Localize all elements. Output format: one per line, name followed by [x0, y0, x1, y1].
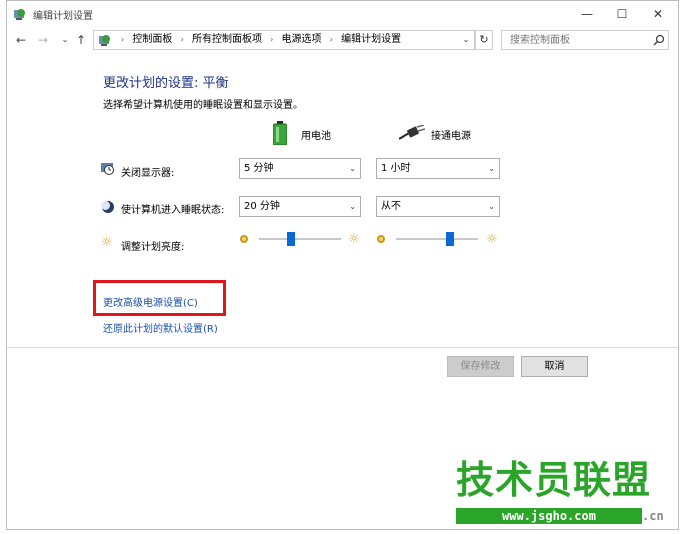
display-off-battery-select[interactable]: 5 分钟 ⌄ [239, 158, 361, 179]
sleep-label: 使计算机进入睡眠状态: [121, 205, 225, 216]
battery-icon [273, 121, 287, 145]
power-options-icon [14, 9, 25, 20]
divider [7, 347, 678, 348]
advanced-power-settings-link[interactable]: 更改高级电源设置(C) [103, 294, 198, 309]
edit-plan-settings-window: 编辑计划设置 — ☐ ✕ ← → ⌄ ↑ › 控制面板 › 所有控制面板项 › … [6, 0, 679, 530]
brightness-battery-slider[interactable] [259, 231, 341, 247]
slider-track [396, 238, 478, 240]
brightness-high-icon: ☼ [348, 232, 360, 247]
search-icon[interactable] [653, 34, 665, 46]
breadcrumb-power-options[interactable]: 电源选项 [282, 34, 322, 45]
brightness-icon: ☼ [101, 235, 113, 250]
brightness-label: 调整计划亮度: [121, 242, 185, 253]
chevron-down-icon: ⌄ [349, 202, 356, 211]
breadcrumb-control-panel[interactable]: 控制面板 [132, 34, 172, 45]
monitor-clock-icon [101, 163, 114, 175]
window-title: 编辑计划设置 [33, 11, 93, 22]
control-panel-icon [99, 35, 110, 46]
brightness-low-icon [240, 235, 248, 243]
minimize-button[interactable]: — [572, 4, 602, 24]
address-bar[interactable]: › 控制面板 › 所有控制面板项 › 电源选项 › 编辑计划设置 [93, 30, 475, 50]
column-header-battery: 用电池 [301, 131, 331, 142]
slider-thumb[interactable] [446, 232, 454, 246]
sleep-battery-select[interactable]: 20 分钟 ⌄ [239, 196, 361, 217]
close-button[interactable]: ✕ [643, 4, 673, 24]
page-subtitle: 选择希望计算机使用的睡眠设置和显示设置。 [103, 100, 303, 111]
breadcrumb-edit-plan[interactable]: 编辑计划设置 [341, 34, 401, 45]
breadcrumb: › 控制面板 › 所有控制面板项 › 电源选项 › 编辑计划设置 [116, 31, 401, 49]
watermark-logo-text: 技术员联盟 [456, 458, 652, 502]
slider-track [259, 238, 341, 240]
breadcrumb-separator: › [180, 35, 184, 44]
brightness-high-icon: ☼ [486, 232, 498, 247]
chevron-down-icon: ⌄ [349, 164, 356, 173]
back-button[interactable]: ← [13, 30, 29, 50]
slider-thumb[interactable] [287, 232, 295, 246]
recent-locations-button[interactable]: ⌄ [57, 30, 73, 50]
sleep-battery-value: 20 分钟 [244, 201, 280, 212]
search-input[interactable] [501, 30, 669, 50]
watermark-url: www.jsgho.com [456, 508, 642, 524]
breadcrumb-separator: › [329, 35, 333, 44]
brightness-plugged-slider[interactable] [396, 231, 478, 247]
refresh-button[interactable]: ↻ [475, 30, 493, 50]
cancel-button[interactable]: 取消 [521, 356, 588, 377]
brightness-low-icon [377, 235, 385, 243]
title-bar: 编辑计划设置 — ☐ ✕ [7, 1, 678, 27]
chevron-down-icon: ⌄ [488, 164, 495, 173]
breadcrumb-separator: › [270, 35, 274, 44]
breadcrumb-all-items[interactable]: 所有控制面板项 [192, 34, 262, 45]
turn-off-display-label: 关闭显示器: [121, 168, 175, 179]
up-button[interactable]: ↑ [73, 30, 89, 50]
display-off-plugged-value: 1 小时 [381, 163, 411, 174]
sleep-plugged-value: 从不 [381, 201, 401, 212]
sleep-plugged-select[interactable]: 从不 ⌄ [376, 196, 500, 217]
maximize-button[interactable]: ☐ [607, 4, 637, 24]
page-title: 更改计划的设置: 平衡 [103, 76, 229, 91]
watermark-suffix: .cn [642, 509, 664, 523]
address-dropdown-button[interactable]: ⌄ [459, 31, 473, 49]
display-off-battery-value: 5 分钟 [244, 163, 274, 174]
moon-icon [101, 201, 114, 213]
display-off-plugged-select[interactable]: 1 小时 ⌄ [376, 158, 500, 179]
save-changes-button[interactable]: 保存修改 [447, 356, 514, 377]
column-header-plugged-in: 接通电源 [431, 131, 471, 142]
forward-button[interactable]: → [35, 30, 51, 50]
restore-defaults-link[interactable]: 还原此计划的默认设置(R) [103, 320, 218, 335]
chevron-down-icon: ⌄ [488, 202, 495, 211]
power-plug-icon [399, 125, 425, 140]
breadcrumb-separator: › [121, 35, 125, 44]
